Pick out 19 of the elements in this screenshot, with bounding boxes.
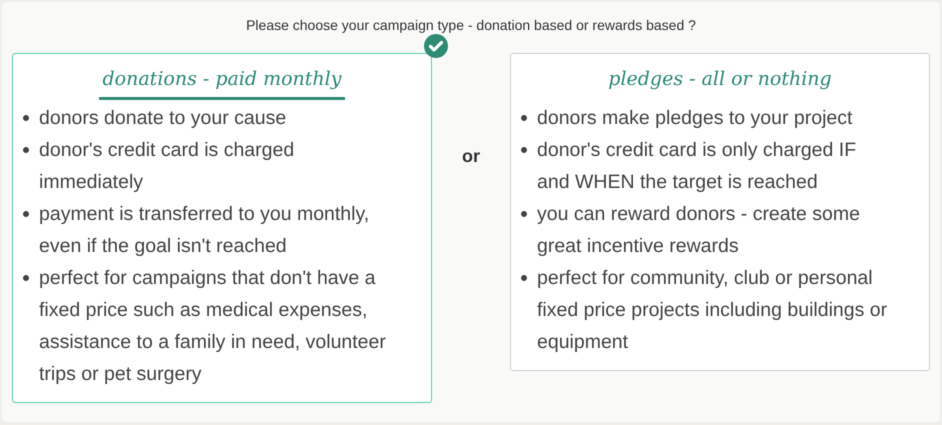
bullet-text: donors make pledges to your project xyxy=(537,106,852,131)
bullet-text: perfect for campaigns that don't have a fixed price such as medical expenses, assistance to a family in need, volunteer trips or pet surgery xyxy=(39,266,387,387)
bullet-icon xyxy=(521,211,527,217)
bullet-icon xyxy=(23,211,29,217)
bullet-icon xyxy=(23,147,29,153)
bullet-icon xyxy=(521,275,527,281)
prompt-text: Please choose your campaign type - donation based or rewards based ? xyxy=(246,16,696,34)
option-card[interactable] xyxy=(510,53,930,371)
card-title: pledges - all or nothing xyxy=(607,67,833,92)
option-card[interactable] xyxy=(12,53,432,403)
card-title: donations - paid monthly xyxy=(98,64,346,100)
bullet-text: donors donate to your cause xyxy=(39,106,286,131)
bullet-icon xyxy=(521,115,527,121)
bullet-icon xyxy=(521,147,527,153)
bullet-icon xyxy=(23,115,29,121)
bullet-text: perfect for community, club or personal fixed price projects including buildings or equipment xyxy=(537,266,888,355)
check-icon xyxy=(424,34,448,58)
separator-text: or xyxy=(462,145,480,168)
bullet-icon xyxy=(23,275,29,281)
